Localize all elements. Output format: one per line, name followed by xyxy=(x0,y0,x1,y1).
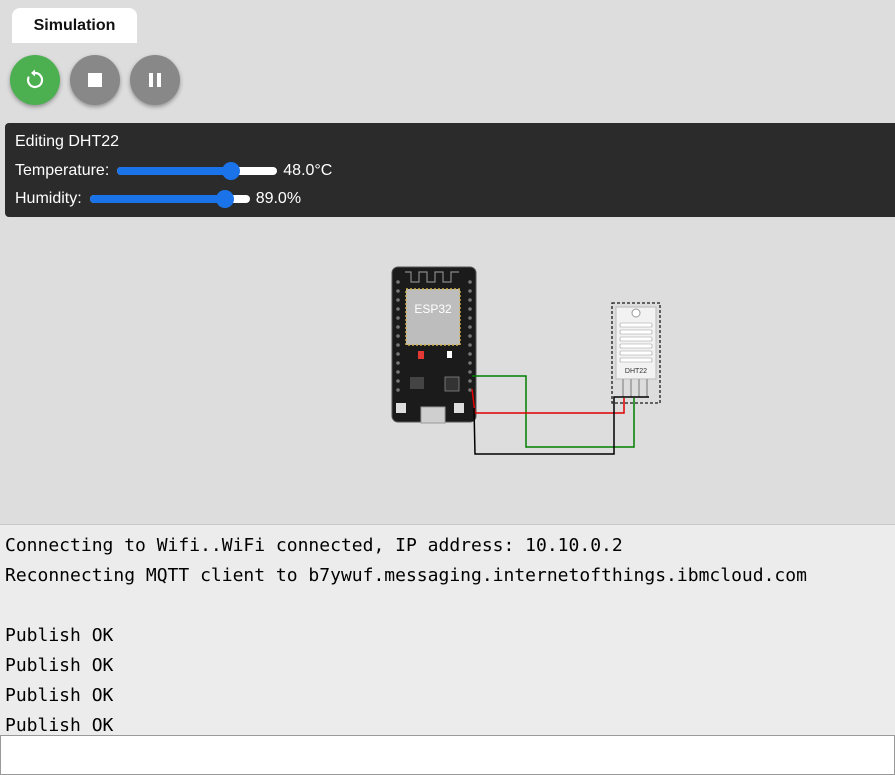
temperature-slider[interactable] xyxy=(117,162,278,180)
stop-icon xyxy=(88,73,102,87)
humidity-value: 89.0% xyxy=(255,190,302,207)
circuit-diagram: ESP32 DHT22 xyxy=(391,266,661,455)
slider-thumb[interactable] xyxy=(215,190,234,208)
stop-button[interactable] xyxy=(70,55,120,105)
slider-fill xyxy=(117,167,231,175)
restart-icon xyxy=(26,69,44,89)
wire-green[interactable] xyxy=(472,375,635,448)
serial-monitor: Connecting to Wifi..WiFi connected, IP a… xyxy=(0,524,895,736)
console-line: Publish OK xyxy=(5,655,114,676)
slider-fill xyxy=(89,195,225,203)
pause-icon xyxy=(149,73,161,87)
console-line: Publish OK xyxy=(5,715,114,736)
console-line: Publish OK xyxy=(5,625,114,646)
sensor-label: DHT22 xyxy=(625,368,647,375)
dht22-sensor[interactable]: DHT22 xyxy=(611,302,661,404)
humidity-label: Humidity: xyxy=(15,190,82,207)
console-line: Publish OK xyxy=(5,685,114,706)
wire-black[interactable] xyxy=(473,396,649,455)
tab-simulation[interactable]: Simulation xyxy=(12,8,137,43)
wire-red[interactable] xyxy=(471,388,625,414)
esp32-board[interactable]: ESP32 xyxy=(391,266,477,424)
board-label: ESP32 xyxy=(414,302,452,316)
console-line: Reconnecting MQTT client to b7ywuf.messa… xyxy=(5,565,807,586)
temperature-value: 48.0°C xyxy=(283,162,333,179)
humidity-row: Humidity: 89.0% xyxy=(15,190,301,208)
slider-thumb[interactable] xyxy=(221,162,240,180)
pause-button[interactable] xyxy=(130,55,180,105)
humidity-slider[interactable] xyxy=(89,190,250,208)
temperature-row: Temperature: 48.0°C xyxy=(15,162,332,180)
temperature-label: Temperature: xyxy=(15,162,110,179)
sensor-editor-panel: Editing DHT22 Temperature: 48.0°C Humidi… xyxy=(5,123,895,217)
editor-title: Editing DHT22 xyxy=(15,133,120,150)
serial-input[interactable] xyxy=(0,735,895,775)
circuit-canvas[interactable]: ESP32 DHT22 xyxy=(0,217,895,524)
console-line: Connecting to Wifi..WiFi connected, IP a… xyxy=(5,535,623,556)
restart-button[interactable] xyxy=(10,55,60,105)
